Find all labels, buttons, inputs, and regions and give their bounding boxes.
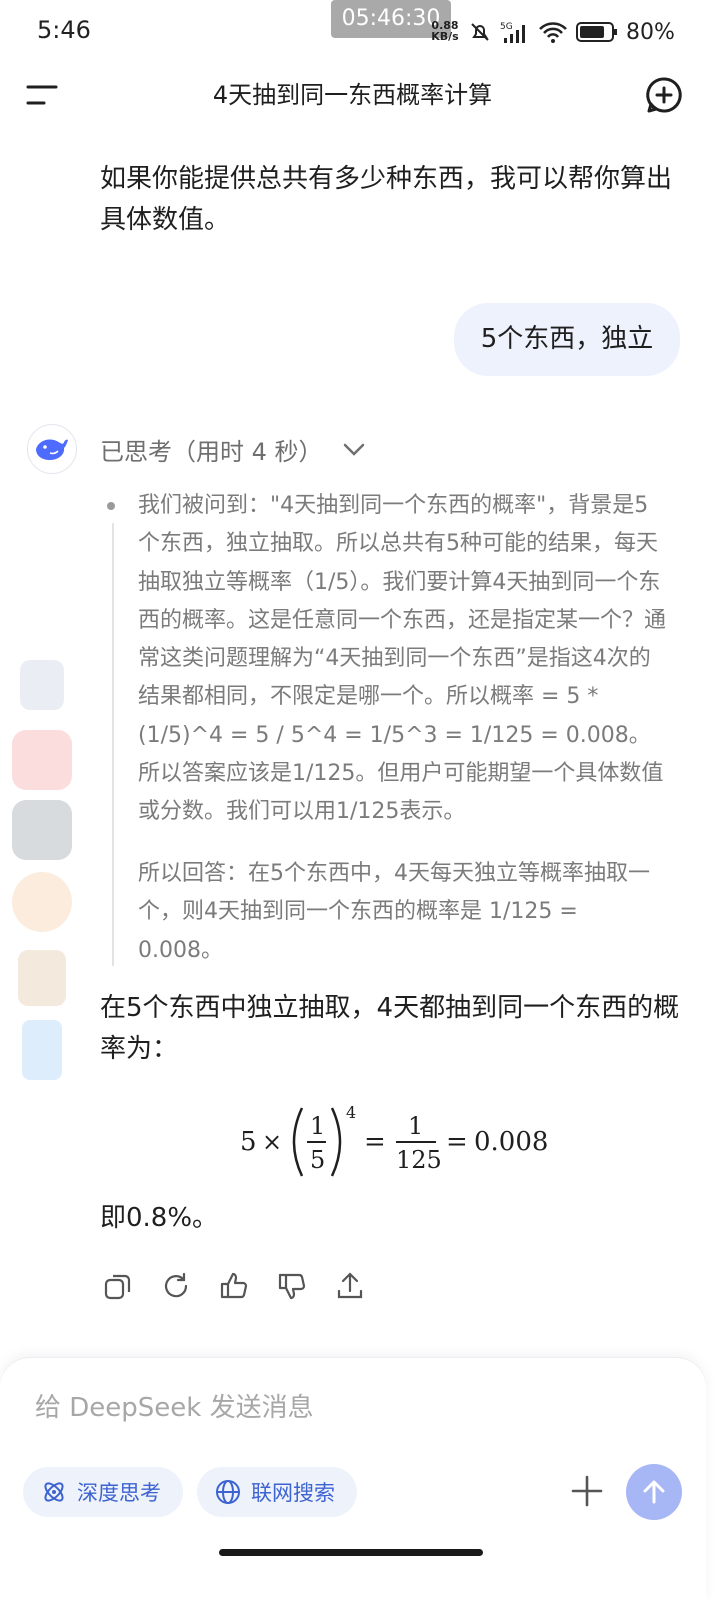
battery-icon [576,22,617,42]
copy-icon [104,1274,131,1300]
net-speed: 0.88 KB/s [431,19,459,43]
globe-icon [216,1480,240,1504]
formula-result: 0.008 [474,1127,548,1157]
share-icon [337,1272,363,1299]
message-actions [100,1268,368,1304]
attach-plus-icon[interactable] [570,1474,604,1508]
signal-icon: 5G [500,22,525,43]
menu-icon[interactable] [26,82,58,108]
copy-button[interactable] [100,1268,136,1304]
share-button[interactable] [332,1268,368,1304]
probability-formula: 5 × 1 5 4 = 1 125 = 0.008 [240,1100,550,1180]
formula-coef: 5 [240,1127,257,1157]
formula-exponent: 4 [346,1103,356,1122]
thought-divider [112,523,114,966]
wifi-icon [539,22,567,43]
page-title: 4天抽到同一东西概率计算 [212,81,493,109]
formula-rhs-numerator: 1 [408,1112,423,1140]
status-icons: 5G 80% [468,18,675,46]
chevron-down-icon [343,443,364,456]
svg-text:5G: 5G [500,22,513,32]
like-button[interactable] [216,1268,252,1304]
formula-numerator: 1 [310,1112,325,1140]
thumbs-up-icon [220,1272,248,1299]
user-message-bubble[interactable]: 5个东西，独立 [454,303,680,376]
formula-equals-2: = [446,1127,468,1157]
whale-logo-icon [36,439,68,460]
thumbs-down-icon [278,1273,306,1300]
thought-paragraph-2: 所以回答：在5个东西中，4天每天独立等概率抽取一个，则4天抽到同一个东西的概率是… [138,861,650,963]
battery-level: 80% [626,19,675,45]
formula-rhs-denominator: 125 [396,1146,442,1174]
thought-paragraph-1: 我们被问到："4天抽到同一个东西的概率"，背景是5个东西，独立抽取。所以总共有5… [138,493,667,825]
floating-app-shortcuts [12,660,72,1080]
mute-icon [471,23,489,41]
web-search-button[interactable]: 联网搜索 [197,1467,357,1517]
thought-toggle[interactable]: 已思考（用时 4 秒） [100,432,365,467]
deepseek-avatar [27,424,77,474]
thought-bullet [107,502,115,510]
answer-paragraph-2: 即0.8%。 [100,1203,219,1233]
formula-times: × [262,1128,282,1156]
answer-paragraph-1: 在5个东西中独立抽取，4天都抽到同一个东西的概率为： [100,993,680,1064]
message-input[interactable]: 给 DeepSeek 发送消息 [35,1387,314,1424]
arrow-up-icon [643,1480,665,1504]
formula-denominator: 5 [310,1146,325,1174]
dislike-button[interactable] [274,1268,310,1304]
home-indicator [219,1549,483,1556]
web-search-label: 联网搜索 [251,1481,335,1505]
status-time: 5:46 [37,16,91,44]
new-chat-icon[interactable] [645,76,683,114]
thought-label: 已思考（用时 4 秒） [100,438,323,466]
deep-think-label: 深度思考 [77,1481,161,1505]
deep-think-button[interactable]: 深度思考 [23,1467,183,1517]
previous-reply-text: 如果你能提供总共有多少种东西，我可以帮你算出具体数值。 [100,164,673,235]
regenerate-button[interactable] [158,1268,194,1304]
regenerate-icon [164,1272,188,1298]
send-button[interactable] [626,1464,682,1520]
atom-icon [44,1482,64,1502]
formula-equals: = [364,1127,386,1157]
